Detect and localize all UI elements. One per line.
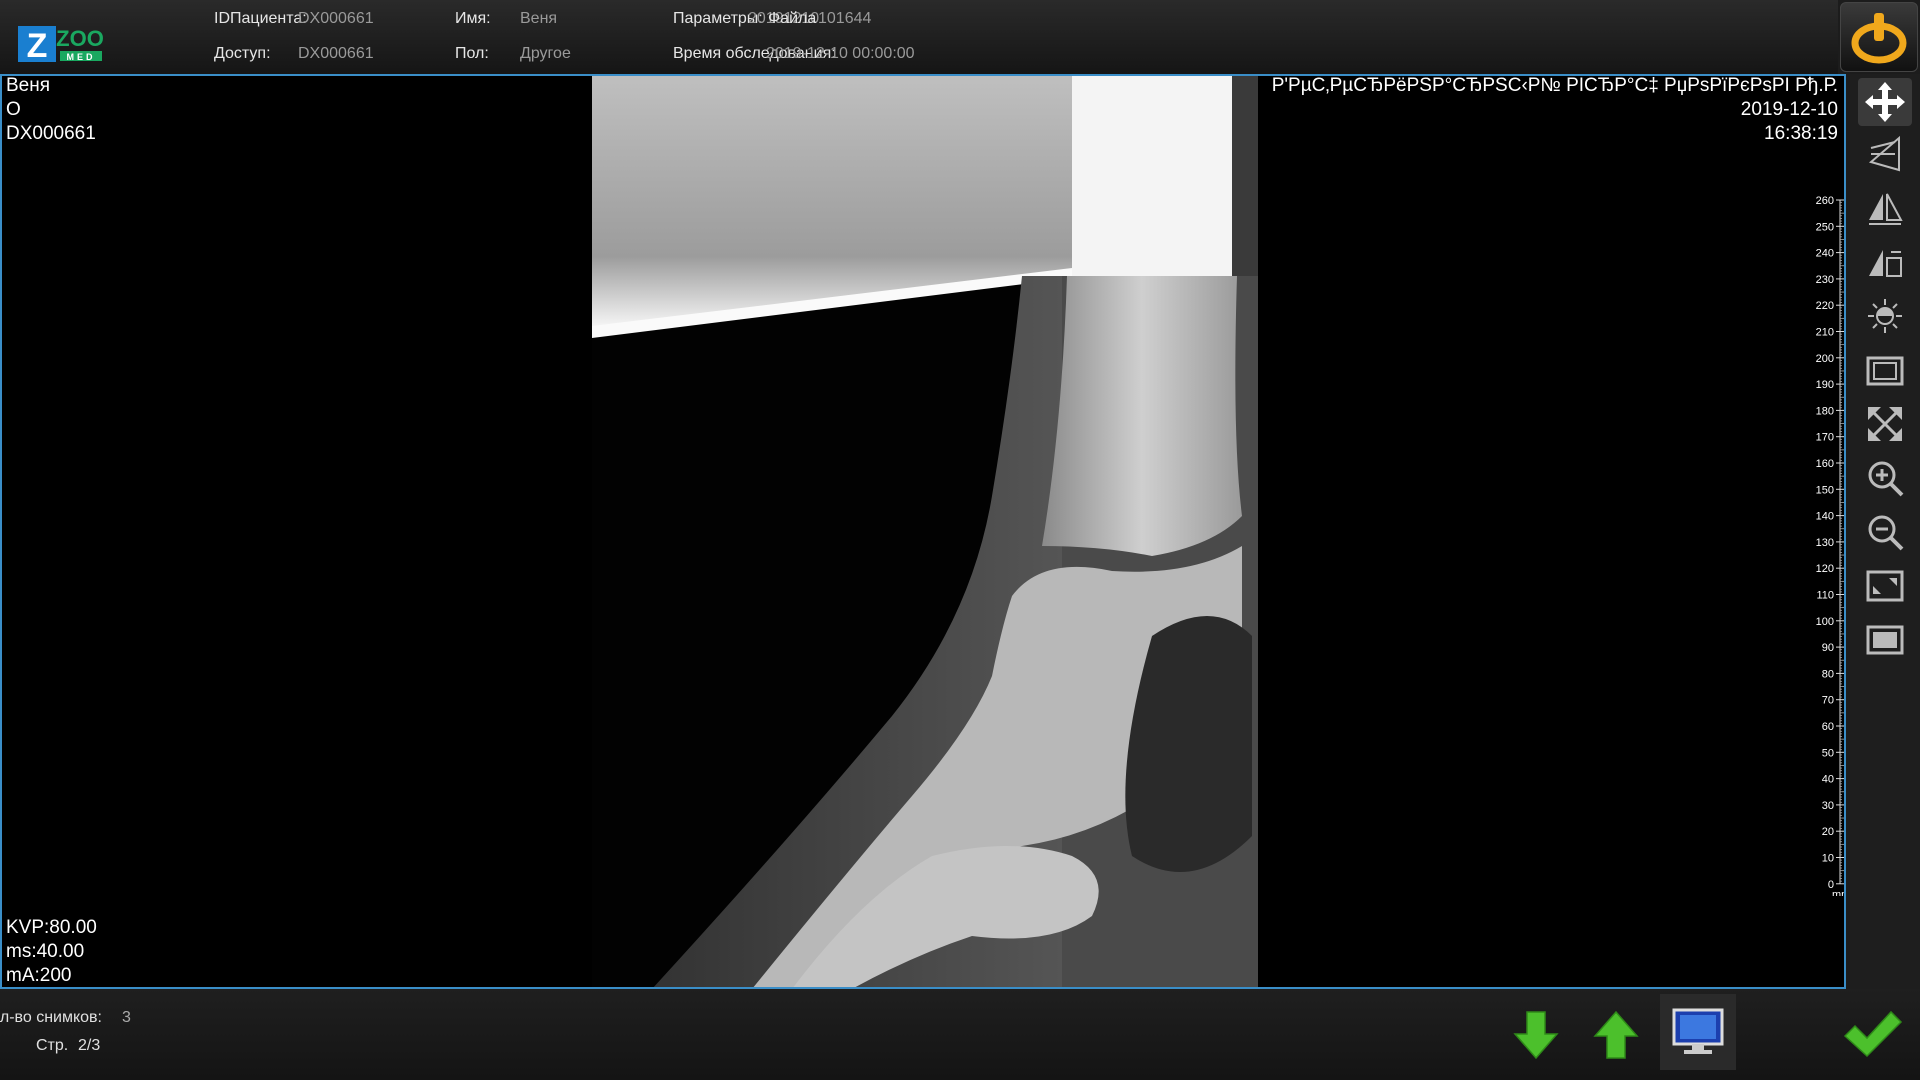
ruler-tick-label: 160 [1816,458,1834,470]
window-button[interactable] [1858,616,1912,664]
xray-image[interactable] [592,76,1258,989]
ruler-svg: 260 250 240 230 220 210 200 190 180 170 160 150 140 1… [1816,195,1846,901]
ruler-tick-label: 200 [1816,353,1834,365]
name-label: Имя: [455,10,491,27]
ruler-tick-label: 40 [1822,774,1834,786]
ruler-tick-label: 80 [1822,668,1834,680]
ruler-tick-label: 190 [1816,379,1834,391]
ruler-tick-label: 120 [1816,563,1834,575]
ruler-unit: mm [1832,889,1846,896]
next-image-button[interactable] [1508,1007,1564,1063]
overlay-ms: ms:40.00 [6,941,85,962]
overlay-patient-id: DX000661 [6,123,96,144]
fit-icon [1868,407,1902,441]
overlay-kvp: KVP:80.00 [6,917,97,938]
fit-button[interactable] [1858,400,1912,448]
fullscreen-button[interactable] [1858,562,1912,610]
image-viewer[interactable]: Веня O DX000661 Р'РµС‚РµСЂРёРЅР°СЂРЅС‹Р№… [0,74,1846,989]
page-label: Стр. [36,1037,69,1054]
ruler-tick-label: 100 [1816,616,1834,628]
params-overlap-label: Файла [768,10,817,27]
zoom-out-button[interactable] [1858,508,1912,556]
image-count-label: Кол-во снимков: [0,1009,102,1026]
ruler-tick-label: 90 [1822,642,1834,654]
window-icon [1866,625,1904,655]
checkmark-icon [1843,1010,1903,1058]
overlay-sex: O [6,99,21,120]
ruler-tick-label: 170 [1816,432,1834,444]
ruler-tick-label: 30 [1822,800,1834,812]
move-icon [1865,82,1905,122]
footer: Кол-во снимков: 3 Стр. 2/3 [0,989,1920,1080]
overlay-time: 16:38:19 [1764,123,1838,144]
ruler-tick-label: 150 [1816,484,1834,496]
patient-id-label: IDПациента: [214,10,307,27]
overlay-top-left: Веня O DX000661 [6,75,96,146]
rotate-tool-button[interactable] [1858,130,1912,178]
ruler-tick-label: 210 [1816,327,1834,339]
zoom-in-icon [1868,461,1904,497]
power-icon [1851,13,1907,64]
ruler-tick-label: 20 [1822,826,1834,838]
monitor-icon [1672,1008,1724,1054]
svg-text:ZOO: ZOO [56,26,104,51]
flip-horizontal-icon [1869,250,1902,277]
flip-vertical-button[interactable] [1858,184,1912,232]
ruler-tick-label: 140 [1816,511,1834,523]
frame-icon [1866,356,1904,386]
name-value: Веня [520,10,558,27]
patient-id-value: DX000661 [298,10,374,27]
ruler-tick-label: 10 [1822,853,1834,865]
header: Z ZOO MED IDПациента: DX000661 Имя: Веня… [0,0,1838,74]
image-count-value: 3 [122,1009,131,1026]
arrow-up-icon [1593,1010,1639,1059]
right-toolbar [1850,74,1920,989]
confirm-button[interactable] [1840,1001,1906,1067]
svg-text:MED: MED [67,52,96,62]
overlay-ma: mA:200 [6,965,72,986]
access-label: Доступ: [214,45,271,62]
sex-value: Другое [520,45,571,62]
ruler-tick-label: 110 [1816,590,1834,602]
overlay-doctor: Р'РµС‚РµСЂРёРЅР°СЂРЅС‹Р№ РІСЂР°С‡ РџРѕРї… [1271,75,1838,96]
overlay-date: 2019-12-10 [1740,99,1838,120]
exam-time-value: 2019-12-10 00:00:00 [766,45,915,62]
ruler-tick-label: 250 [1816,221,1834,233]
flip-vertical-icon [1869,193,1903,225]
arrow-down-icon [1513,1011,1559,1060]
previous-image-button[interactable] [1588,1007,1644,1063]
ruler-tick-label: 230 [1816,274,1834,286]
ruler-tick-label: 180 [1816,405,1834,417]
frame-button[interactable] [1858,346,1912,394]
fullscreen-icon [1866,570,1904,602]
zoomed-logo: Z ZOO MED [18,24,104,66]
ruler-tick-label: 240 [1816,248,1834,260]
brightness-button[interactable] [1858,292,1912,340]
move-tool-button[interactable] [1858,78,1912,126]
zoom-out-icon [1868,515,1904,551]
rotate-icon [1868,135,1900,172]
ruler-tick-label: 130 [1816,537,1834,549]
svg-text:Z: Z [27,27,48,65]
ruler-tick-label: 60 [1822,721,1834,733]
overlay-bottom-left: KVP:80.00 ms:40.00 mA:200 [6,916,97,987]
zoom-in-button[interactable] [1858,454,1912,502]
params-overlap-value: 101644 [818,10,872,27]
sex-label: Пол: [455,45,489,62]
access-value: DX000661 [298,45,374,62]
mm-ruler: 260 250 240 230 220 210 200 190 180 170 160 150 140 1… [1792,186,1846,901]
brightness-icon [1868,299,1902,333]
ruler-tick-label: 70 [1822,695,1834,707]
overlay-patient-name: Веня [6,75,51,96]
monitor-button[interactable] [1660,994,1736,1070]
overlay-top-right: Р'РµС‚РµСЂРёРЅР°СЂРЅС‹Р№ РІСЂР°С‡ РџРѕРї… [1271,75,1838,146]
power-button[interactable] [1840,2,1918,72]
ruler-tick-label: 220 [1816,300,1834,312]
page-value: 2/3 [78,1037,101,1054]
ruler-tick-label: 260 [1816,195,1834,207]
ruler-tick-label: 50 [1822,747,1834,759]
flip-horizontal-button[interactable] [1858,238,1912,286]
